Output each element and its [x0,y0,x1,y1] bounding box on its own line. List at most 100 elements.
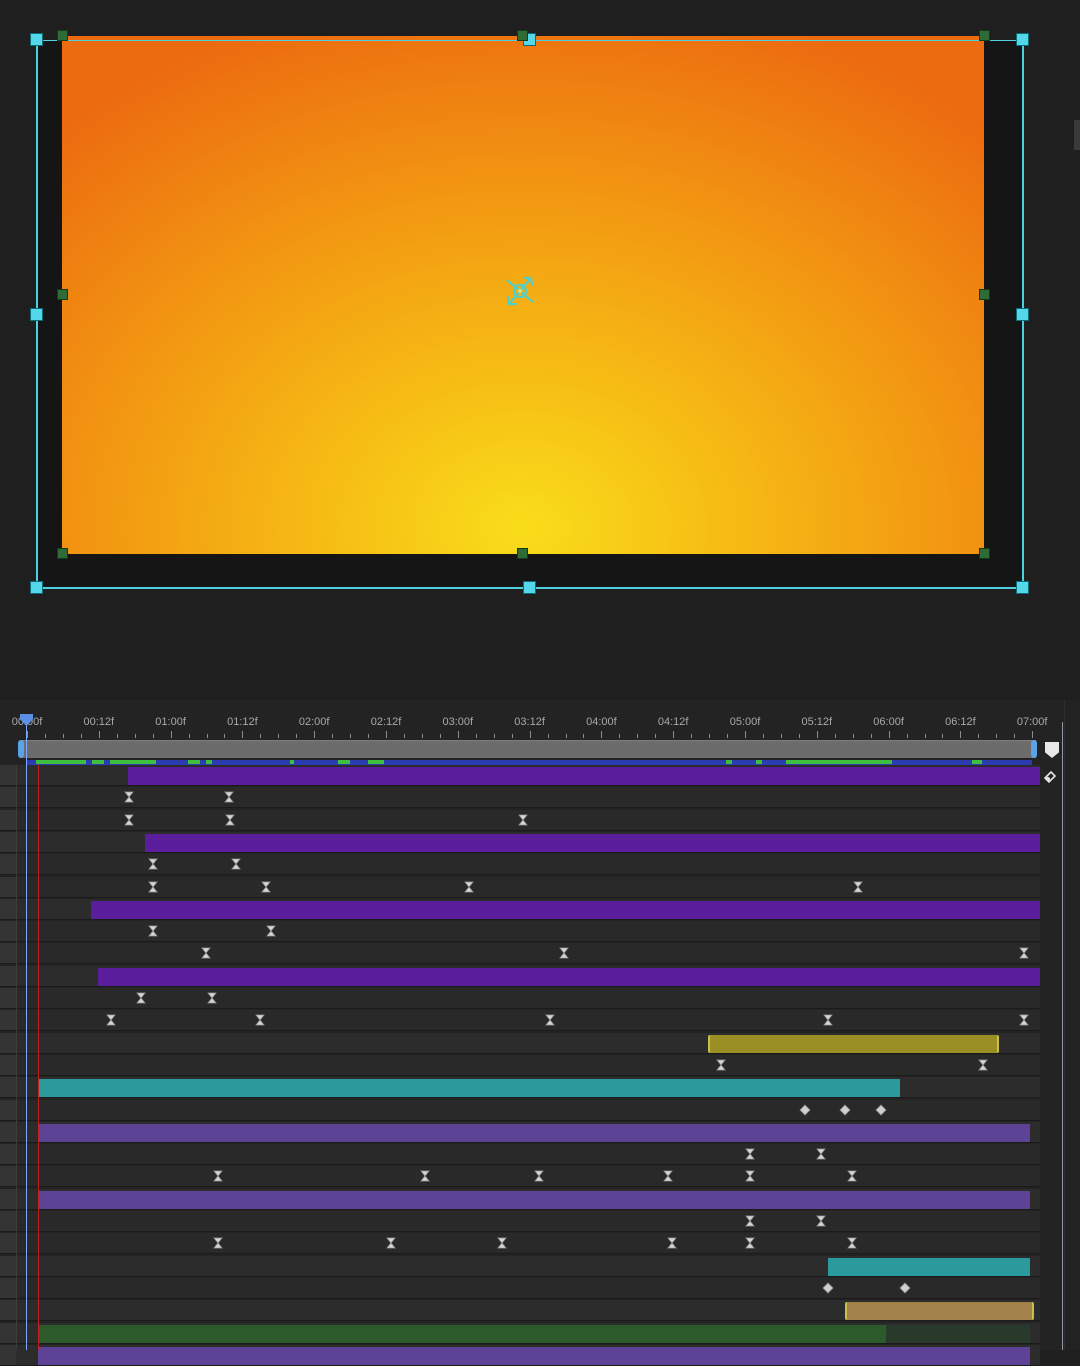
transform-handle-top-left[interactable] [30,33,43,46]
property-track-row[interactable] [0,921,1040,943]
easy-ease-keyframe-icon[interactable] [146,880,160,894]
easy-ease-keyframe-icon[interactable] [259,880,273,894]
layer-track-row[interactable] [0,965,1040,987]
layer-duration-bar[interactable] [145,833,1040,852]
easy-ease-keyframe-icon[interactable] [253,1013,267,1027]
layer-duration-bar[interactable] [38,1079,900,1098]
easy-ease-keyframe-icon[interactable] [122,813,136,827]
linear-keyframe-icon[interactable] [838,1103,852,1117]
composition-viewer[interactable] [0,0,1080,700]
easy-ease-keyframe-icon[interactable] [821,1013,835,1027]
property-track-row[interactable] [0,1211,1040,1232]
timeline-scrollbar[interactable] [1064,700,1080,1350]
layer-track-row[interactable] [0,765,1040,786]
easy-ease-keyframe-icon[interactable] [211,1169,225,1183]
easy-ease-keyframe-icon[interactable] [462,880,476,894]
easy-ease-keyframe-icon[interactable] [661,1169,675,1183]
layer-duration-bar[interactable] [38,1190,1030,1209]
layer-duration-bar[interactable] [98,967,1040,986]
easy-ease-keyframe-icon[interactable] [134,991,148,1005]
easy-ease-keyframe-icon[interactable] [845,1236,859,1250]
layer-track-row[interactable] [0,1188,1040,1210]
timeline-panel[interactable]: 00:00f00:12f01:00f01:12f02:00f02:12f03:0… [0,700,1080,1366]
timeline-tracks[interactable] [0,765,1064,1366]
easy-ease-keyframe-icon[interactable] [743,1147,757,1161]
easy-ease-keyframe-icon[interactable] [532,1169,546,1183]
linear-keyframe-icon[interactable] [874,1103,888,1117]
layer-duration-bar[interactable] [91,900,1040,919]
work-area-bar[interactable] [20,740,1036,758]
layer-handle-bottom-left[interactable] [57,548,68,559]
easy-ease-keyframe-icon[interactable] [122,790,136,804]
easy-ease-keyframe-icon[interactable] [104,1013,118,1027]
transform-handle-bottom-left[interactable] [30,581,43,594]
time-ruler[interactable]: 00:00f00:12f01:00f01:12f02:00f02:12f03:0… [0,700,1064,738]
easy-ease-keyframe-icon[interactable] [557,946,571,960]
easy-ease-keyframe-icon[interactable] [1017,946,1031,960]
transform-handle-middle-left[interactable] [30,308,43,321]
easy-ease-keyframe-icon[interactable] [418,1169,432,1183]
easy-ease-keyframe-icon[interactable] [976,1058,990,1072]
anchor-point-icon[interactable] [499,270,541,312]
property-track-row[interactable] [0,1233,1040,1255]
property-track-row[interactable] [0,787,1040,809]
easy-ease-keyframe-icon[interactable] [211,1236,225,1250]
layer-handle-middle-right[interactable] [979,289,990,300]
layer-duration-bar[interactable] [828,1257,1030,1276]
layer-duration-bar[interactable] [708,1034,999,1053]
easy-ease-keyframe-icon[interactable] [743,1214,757,1228]
property-track-row[interactable] [0,1144,1040,1166]
easy-ease-keyframe-icon[interactable] [229,857,243,871]
easy-ease-keyframe-icon[interactable] [845,1169,859,1183]
property-track-row[interactable] [0,1166,1040,1188]
easy-ease-keyframe-icon[interactable] [851,880,865,894]
layer-track-row[interactable] [0,1344,1040,1366]
linear-keyframe-icon[interactable] [821,1281,835,1295]
layer-duration-bar[interactable] [128,767,1040,785]
transform-handle-bottom-center[interactable] [523,581,536,594]
property-track-row[interactable] [0,876,1040,898]
layer-handle-middle-left[interactable] [57,289,68,300]
layer-track-row[interactable] [0,1032,1040,1054]
easy-ease-keyframe-icon[interactable] [743,1169,757,1183]
transform-handle-middle-right[interactable] [1016,308,1029,321]
easy-ease-keyframe-icon[interactable] [714,1058,728,1072]
property-track-row[interactable] [0,1099,1040,1121]
easy-ease-keyframe-icon[interactable] [384,1236,398,1250]
easy-ease-keyframe-icon[interactable] [222,790,236,804]
easy-ease-keyframe-icon[interactable] [743,1236,757,1250]
easy-ease-keyframe-icon[interactable] [543,1013,557,1027]
easy-ease-keyframe-icon[interactable] [205,991,219,1005]
transform-handle-bottom-right[interactable] [1016,581,1029,594]
viewer-scroll-indicator[interactable] [1074,120,1080,150]
linear-keyframe-icon[interactable] [798,1103,812,1117]
easy-ease-keyframe-icon[interactable] [516,813,530,827]
layer-track-row[interactable] [0,1077,1040,1099]
easy-ease-keyframe-icon[interactable] [146,857,160,871]
easy-ease-keyframe-icon[interactable] [814,1147,828,1161]
work-area-start-handle[interactable] [18,740,24,758]
snapping-icon[interactable] [1042,769,1058,785]
easy-ease-keyframe-icon[interactable] [199,946,213,960]
layer-handle-top-right[interactable] [979,30,990,41]
property-track-row[interactable] [0,988,1040,1009]
transform-handle-top-right[interactable] [1016,33,1029,46]
property-track-row[interactable] [0,1054,1040,1076]
layer-duration-bar[interactable] [38,1346,1030,1365]
easy-ease-keyframe-icon[interactable] [665,1236,679,1250]
layer-track-row[interactable] [0,898,1040,920]
layer-handle-top-center[interactable] [517,30,528,41]
property-track-row[interactable] [0,1277,1040,1299]
layer-duration-bar[interactable] [38,1123,1030,1142]
layer-track-row[interactable] [0,831,1040,853]
easy-ease-keyframe-icon[interactable] [223,813,237,827]
property-track-row[interactable] [0,809,1040,831]
layer-track-row[interactable] [0,1121,1040,1143]
work-area-end-handle[interactable] [1031,740,1037,758]
property-track-row[interactable] [0,943,1040,965]
layer-handle-bottom-right[interactable] [979,548,990,559]
work-area-end-icon[interactable] [1045,742,1059,758]
layer-track-row[interactable] [0,1300,1040,1322]
easy-ease-keyframe-icon[interactable] [1017,1013,1031,1027]
layer-track-row[interactable] [0,1255,1040,1277]
